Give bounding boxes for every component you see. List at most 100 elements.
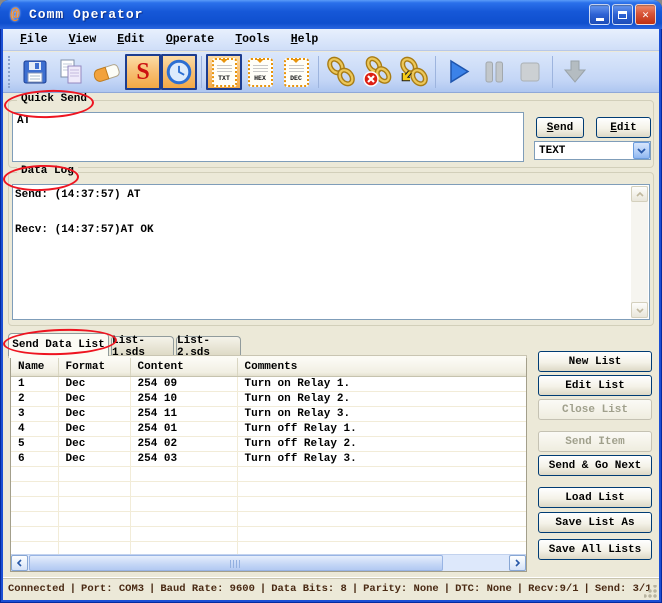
data-log-scrollbar[interactable] (631, 186, 648, 318)
menu-bar: File View Edit Operate Tools Help (3, 29, 659, 51)
send-button[interactable]: Send (536, 117, 584, 138)
data-log-text: Send: (14:37:57) AT Recv: (14:37:57)AT O… (15, 187, 629, 240)
edit-list-button[interactable]: Edit List (538, 375, 652, 396)
toolbar-separator (435, 56, 436, 88)
table-row[interactable]: 3Dec254 11Turn on Relay 3. (11, 406, 526, 421)
timestamp-toggle-button[interactable] (161, 54, 197, 90)
scroll-down-button[interactable] (631, 302, 648, 318)
maximize-button[interactable] (612, 4, 633, 25)
menu-view[interactable]: View (67, 32, 99, 47)
reconnect-button[interactable] (395, 54, 431, 90)
scroll-left-button[interactable] (11, 555, 28, 571)
dec-view-toggle-button[interactable]: DEC (278, 54, 314, 90)
scroll-up-button[interactable] (631, 186, 648, 202)
status-dtc: DTC: None (455, 583, 512, 595)
table-empty-row (11, 481, 526, 496)
col-header-comments[interactable]: Comments (237, 358, 526, 376)
chevron-right-icon (515, 559, 520, 567)
tab-list-2[interactable]: List-2.sds (176, 336, 241, 356)
new-list-button[interactable]: New List (538, 351, 652, 372)
client-area: File View Edit Operate Tools Help S (3, 29, 659, 600)
send-go-next-button[interactable]: Send & Go Next (538, 455, 652, 476)
send-mode-toggle-button[interactable]: S (125, 54, 161, 90)
table-row[interactable]: 1Dec254 09Turn on Relay 1. (11, 376, 526, 391)
save-all-lists-button[interactable]: Save All Lists (538, 539, 652, 560)
toolbar-separator (552, 56, 553, 88)
table-row[interactable]: 5Dec254 02Turn off Relay 2. (11, 436, 526, 451)
table-horizontal-scrollbar[interactable] (11, 554, 526, 571)
table-row[interactable]: 4Dec254 01Turn off Relay 1. (11, 421, 526, 436)
scroll-right-button[interactable] (509, 555, 526, 571)
close-list-button: Close List (538, 399, 652, 420)
menu-tools[interactable]: Tools (233, 32, 272, 47)
download-button[interactable] (557, 54, 593, 90)
save-button[interactable] (17, 54, 53, 90)
data-log-label: Data Log (17, 165, 78, 177)
chevron-left-icon (17, 559, 22, 567)
disconnect-chain-icon (361, 56, 393, 88)
letter-s-icon: S (136, 60, 149, 84)
chevron-down-icon (636, 308, 644, 313)
table-row[interactable]: 2Dec254 10Turn on Relay 2. (11, 391, 526, 406)
tab-send-data-list[interactable]: Send Data List (8, 333, 109, 356)
start-button[interactable] (440, 54, 476, 90)
toolbar-separator (201, 56, 202, 88)
quick-send-input[interactable]: AT (12, 112, 524, 162)
table-empty-row (11, 496, 526, 511)
quick-send-label: Quick Send (17, 93, 91, 105)
scrollbar-thumb[interactable] (29, 555, 443, 571)
reconnect-chain-icon (397, 56, 429, 88)
hex-view-toggle-button[interactable]: HEX (242, 54, 278, 90)
pause-button[interactable] (476, 54, 512, 90)
copy-icon (55, 56, 87, 88)
status-data-bits: Data Bits: 8 (271, 583, 347, 595)
connect-chain-icon (325, 56, 357, 88)
tab-list-1[interactable]: List-1.sds (111, 336, 174, 356)
col-header-format[interactable]: Format (58, 358, 130, 376)
status-recv: Recv:9/1 (528, 583, 578, 595)
table-empty-row (11, 511, 526, 526)
load-list-button[interactable]: Load List (538, 487, 652, 508)
data-log-area[interactable]: Send: (14:37:57) AT Recv: (14:37:57)AT O… (12, 184, 650, 320)
hex-pad-icon: HEX (248, 58, 273, 87)
stop-button[interactable] (512, 54, 548, 90)
close-button[interactable]: ✕ (635, 4, 656, 25)
format-select[interactable]: TEXT (534, 141, 651, 160)
stop-icon (514, 56, 546, 88)
chevron-up-icon (636, 192, 644, 197)
menu-edit[interactable]: Edit (115, 32, 147, 47)
table-row[interactable]: 6Dec254 03Turn off Relay 3. (11, 451, 526, 466)
play-icon (442, 56, 474, 88)
send-data-table: Name Format Content Comments 1Dec254 09T… (10, 357, 527, 572)
window-title: Comm Operator (29, 7, 143, 22)
edit-button[interactable]: Edit (596, 117, 651, 138)
menu-help[interactable]: Help (289, 32, 321, 47)
disconnect-button[interactable] (359, 54, 395, 90)
table-empty-row (11, 466, 526, 481)
status-baud-rate: Baud Rate: 9600 (160, 583, 255, 595)
txt-view-toggle-button[interactable]: TXT (206, 54, 242, 90)
minimize-button[interactable] (589, 4, 610, 25)
col-header-name[interactable]: Name (11, 358, 58, 376)
menu-operate[interactable]: Operate (164, 32, 216, 47)
app-window: @ Comm Operator ✕ File View Edit Operate… (0, 0, 662, 603)
save-list-as-button[interactable]: Save List As (538, 512, 652, 533)
menu-file[interactable]: File (18, 32, 50, 47)
toolbar-grip[interactable] (8, 56, 13, 88)
format-select-value: TEXT (535, 145, 633, 157)
table-header-row: Name Format Content Comments (11, 358, 526, 376)
pause-icon (478, 56, 510, 88)
col-header-content[interactable]: Content (130, 358, 237, 376)
connect-button[interactable] (323, 54, 359, 90)
status-connection: Connected (8, 583, 65, 595)
title-bar[interactable]: @ Comm Operator ✕ (0, 0, 662, 29)
copy-button[interactable] (53, 54, 89, 90)
resize-grip[interactable] (644, 585, 657, 598)
dropdown-button[interactable] (633, 142, 650, 159)
clear-button[interactable] (89, 54, 125, 90)
txt-pad-icon: TXT (212, 58, 237, 87)
maximize-icon (618, 11, 627, 19)
minimize-icon (596, 18, 604, 21)
eraser-icon (91, 56, 123, 88)
save-icon (19, 56, 51, 88)
